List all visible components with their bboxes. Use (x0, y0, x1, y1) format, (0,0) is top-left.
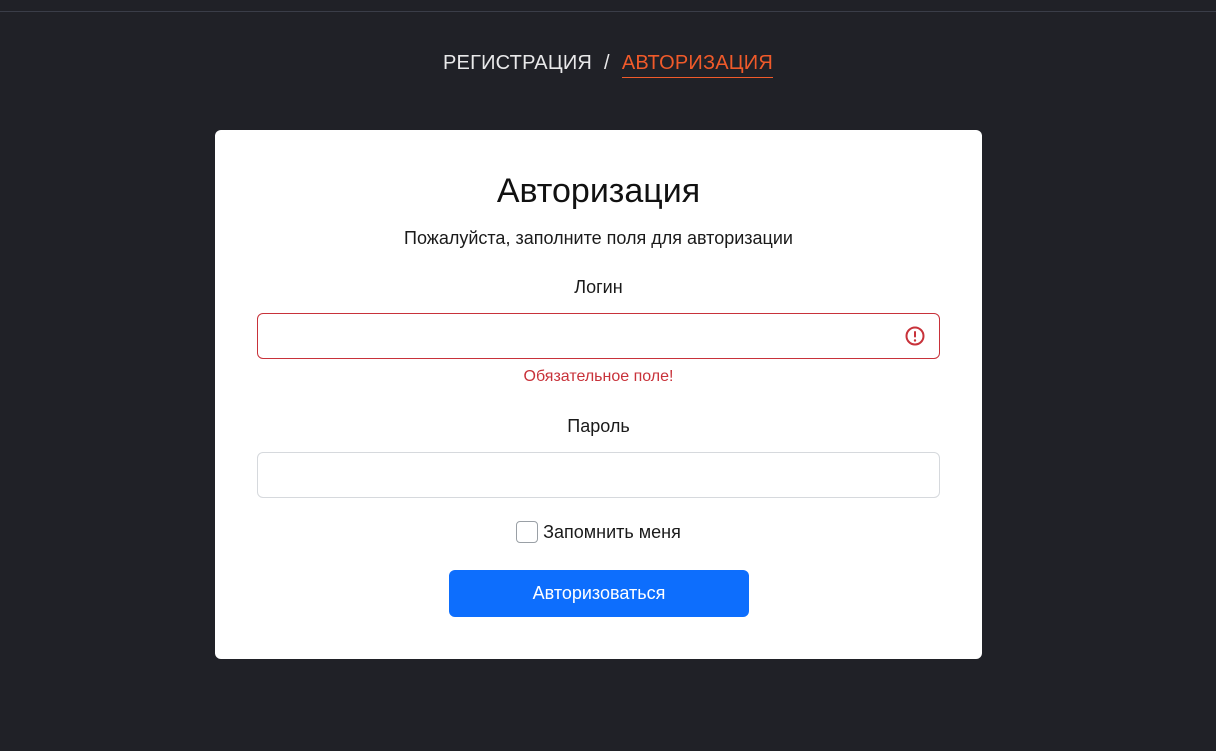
remember-me-row: Запомнить меня (215, 521, 982, 543)
nav-separator: / (604, 52, 610, 74)
header-divider (0, 11, 1216, 12)
form-subtitle: Пожалуйста, заполните поля для авторизац… (404, 228, 793, 248)
exclamation-circle-icon (905, 326, 925, 346)
remember-me-label[interactable]: Запомнить меня (543, 522, 681, 542)
password-input[interactable] (257, 452, 940, 498)
login-label: Логин (574, 277, 623, 297)
nav-register-link[interactable]: РЕГИСТРАЦИЯ (443, 52, 592, 74)
auth-nav: РЕГИСТРАЦИЯ / АВТОРИЗАЦИЯ (0, 52, 1216, 78)
submit-login-button[interactable]: Авторизоваться (449, 570, 749, 617)
login-card: Авторизация Пожалуйста, заполните поля д… (215, 130, 982, 659)
login-input[interactable] (257, 313, 940, 359)
password-label: Пароль (567, 416, 630, 436)
page-title: Авторизация (496, 172, 701, 210)
login-error-message: Обязательное поле! (523, 368, 674, 385)
nav-login-link[interactable]: АВТОРИЗАЦИЯ (621, 52, 773, 78)
remember-me-checkbox[interactable] (516, 521, 539, 543)
